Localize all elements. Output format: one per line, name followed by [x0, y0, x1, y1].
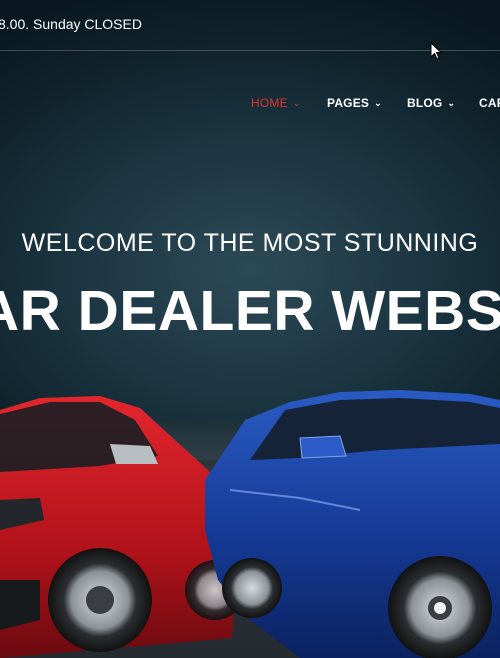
blue-car [205, 390, 500, 658]
cars-image [0, 390, 500, 658]
hero-headline: AR DEALER WEBSITE [0, 279, 500, 343]
mouse-cursor-icon [430, 42, 443, 60]
chevron-down-icon: ⌄ [374, 98, 382, 108]
hero-section: 8.00. Sunday CLOSED HOME ⌄ PAGES ⌄ BLOG ⌄ C… [0, 0, 500, 658]
nav-item-car[interactable]: CAR [479, 96, 500, 110]
chevron-down-icon: ⌄ [292, 98, 301, 108]
opening-hours-text: 8.00. Sunday CLOSED [0, 16, 142, 32]
chevron-down-icon: ⌄ [447, 98, 456, 108]
nav-item-car-label: CAR [479, 96, 500, 110]
hero-subtitle: WELCOME TO THE MOST STUNNING [21, 229, 479, 257]
nav-item-pages-label: PAGES [327, 96, 370, 110]
nav-item-blog[interactable]: BLOG ⌄ [407, 96, 455, 110]
nav-item-blog-label: BLOG [407, 96, 443, 110]
main-navigation: HOME ⌄ PAGES ⌄ BLOG ⌄ CAR [0, 96, 500, 112]
nav-item-home[interactable]: HOME ⌄ [251, 96, 301, 110]
nav-item-home-label: HOME [251, 96, 288, 110]
top-info-bar: 8.00. Sunday CLOSED [0, 0, 500, 51]
nav-item-pages[interactable]: PAGES ⌄ [327, 96, 382, 110]
